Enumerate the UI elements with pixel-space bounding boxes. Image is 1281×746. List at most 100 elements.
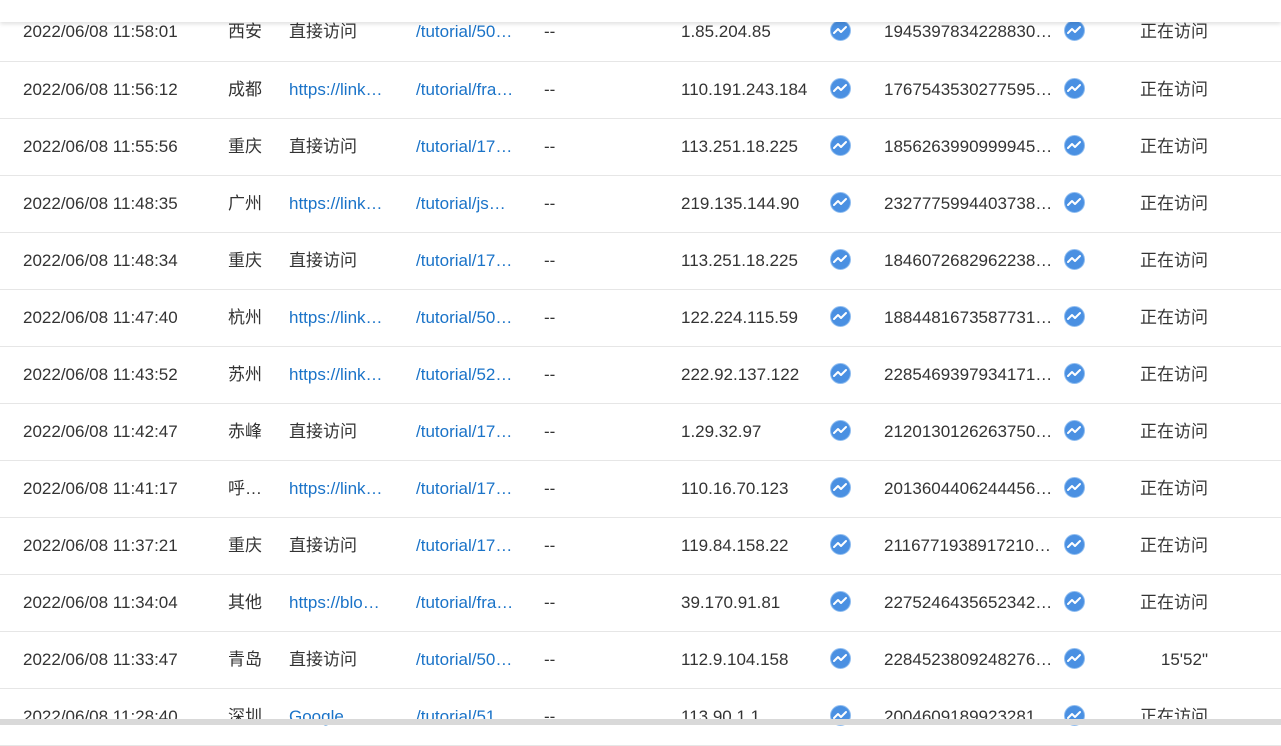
visitor-ip: 112.9.104.158	[681, 632, 821, 688]
visit-time: 2022/06/08 11:43:52	[23, 347, 213, 403]
visit-source-link[interactable]: https://blo…	[289, 575, 393, 631]
visitor-trend-icon[interactable]	[1064, 347, 1086, 403]
visit-status: 正在访问	[1100, 518, 1208, 574]
visit-time: 2022/06/08 11:34:04	[23, 575, 213, 631]
table-row: 2022/06/08 11:56:12 成都 https://link… /tu…	[0, 62, 1281, 119]
visitor-id: 1846072682962238…	[884, 233, 1062, 289]
visit-status: 正在访问	[1100, 404, 1208, 460]
visit-source-link[interactable]: https://link…	[289, 347, 393, 403]
visit-city: 赤峰	[228, 404, 266, 460]
ip-trend-icon[interactable]	[830, 347, 852, 403]
visitor-id: 1856263990999945…	[884, 119, 1062, 175]
visitor-trend-icon[interactable]	[1064, 689, 1086, 745]
visit-city: 呼…	[228, 461, 266, 517]
visit-page-link[interactable]: /tutorial/17…	[416, 119, 520, 175]
visitor-id: 2120130126263750…	[884, 404, 1062, 460]
visitor-ip: 119.84.158.22	[681, 518, 821, 574]
visit-page-link[interactable]: /tutorial/17…	[416, 518, 520, 574]
visitor-trend-icon[interactable]	[1064, 62, 1086, 118]
ip-trend-icon[interactable]	[830, 575, 852, 631]
visit-time: 2022/06/08 11:41:17	[23, 461, 213, 517]
visit-page-link[interactable]: /tutorial/50…	[416, 290, 520, 346]
visitor-trend-icon[interactable]	[1064, 518, 1086, 574]
visit-source-link[interactable]: https://link…	[289, 62, 393, 118]
visit-time: 2022/06/08 11:55:56	[23, 119, 213, 175]
table-row: 2022/06/08 11:37:21 重庆 直接访问 /tutorial/17…	[0, 518, 1281, 575]
visit-time: 2022/06/08 11:48:35	[23, 176, 213, 232]
ip-trend-icon[interactable]	[830, 632, 852, 688]
visit-source-link[interactable]: Google	[289, 689, 393, 745]
ip-trend-icon[interactable]	[830, 689, 852, 745]
visit-source-link[interactable]: https://link…	[289, 461, 393, 517]
search-keyword: --	[544, 461, 574, 517]
visit-source: 直接访问	[289, 632, 393, 688]
ip-trend-icon[interactable]	[830, 119, 852, 175]
visitor-ip: 110.191.243.184	[681, 62, 821, 118]
table-row: 2022/06/08 11:48:34 重庆 直接访问 /tutorial/17…	[0, 233, 1281, 290]
visit-source-link[interactable]: https://link…	[289, 290, 393, 346]
visitor-trend-icon[interactable]	[1064, 404, 1086, 460]
search-keyword: --	[544, 233, 574, 289]
visit-status: 正在访问	[1100, 62, 1208, 118]
visit-page-link[interactable]: /tutorial/fra…	[416, 575, 520, 631]
table-row: 2022/06/08 11:41:17 呼… https://link… /tu…	[0, 461, 1281, 518]
visit-status: 正在访问	[1100, 347, 1208, 403]
visitor-id: 2275246435652342…	[884, 575, 1062, 631]
visit-source-link[interactable]: https://link…	[289, 176, 393, 232]
visit-city: 广州	[228, 176, 266, 232]
horizontal-scrollbar[interactable]	[0, 719, 1281, 725]
table-row: 2022/06/08 11:55:56 重庆 直接访问 /tutorial/17…	[0, 119, 1281, 176]
visit-city: 重庆	[228, 518, 266, 574]
visit-time: 2022/06/08 11:48:34	[23, 233, 213, 289]
ip-trend-icon[interactable]	[830, 518, 852, 574]
visitor-trend-icon[interactable]	[1064, 176, 1086, 232]
ip-trend-icon[interactable]	[830, 176, 852, 232]
search-keyword: --	[544, 176, 574, 232]
visitor-id: 2116771938917210…	[884, 518, 1062, 574]
table-row: 2022/06/08 11:42:47 赤峰 直接访问 /tutorial/17…	[0, 404, 1281, 461]
visit-page-link[interactable]: /tutorial/17…	[416, 233, 520, 289]
visit-page-link[interactable]: /tutorial/js…	[416, 176, 520, 232]
visitor-trend-icon[interactable]	[1064, 119, 1086, 175]
search-keyword: --	[544, 404, 574, 460]
visit-page-link[interactable]: /tutorial/52…	[416, 347, 520, 403]
visitor-ip: 122.224.115.59	[681, 290, 821, 346]
search-keyword: --	[544, 575, 574, 631]
table-row: 2022/06/08 11:34:04 其他 https://blo… /tut…	[0, 575, 1281, 632]
visitor-trend-icon[interactable]	[1064, 290, 1086, 346]
visit-city: 其他	[228, 575, 266, 631]
visitor-ip: 1.29.32.97	[681, 404, 821, 460]
visitor-trend-icon[interactable]	[1064, 575, 1086, 631]
visitor-ip: 110.16.70.123	[681, 461, 821, 517]
visit-source: 直接访问	[289, 119, 393, 175]
visit-page-link[interactable]: /tutorial/50…	[416, 632, 520, 688]
visit-city: 青岛	[228, 632, 266, 688]
visit-source: 直接访问	[289, 404, 393, 460]
ip-trend-icon[interactable]	[830, 290, 852, 346]
ip-trend-icon[interactable]	[830, 461, 852, 517]
visit-status: 正在访问	[1100, 575, 1208, 631]
table-row: 2022/06/08 11:28:40 深圳 Google /tutorial/…	[0, 689, 1281, 746]
visit-page-link[interactable]: /tutorial/17…	[416, 461, 520, 517]
visitor-ip: 113.90.1.1	[681, 689, 821, 745]
visitor-trend-icon[interactable]	[1064, 233, 1086, 289]
ip-trend-icon[interactable]	[830, 233, 852, 289]
table-row: 2022/06/08 11:47:40 杭州 https://link… /tu…	[0, 290, 1281, 347]
visit-page-link[interactable]: /tutorial/fra…	[416, 62, 520, 118]
ip-trend-icon[interactable]	[830, 404, 852, 460]
visitor-trend-icon[interactable]	[1064, 632, 1086, 688]
search-keyword: --	[544, 290, 574, 346]
visit-page-link[interactable]: /tutorial/17…	[416, 404, 520, 460]
visit-status: 正在访问	[1100, 176, 1208, 232]
visitor-trend-icon[interactable]	[1064, 461, 1086, 517]
visitor-id: 2004609189923281…	[884, 689, 1062, 745]
visitor-id: 1767543530277595…	[884, 62, 1062, 118]
visit-city: 重庆	[228, 233, 266, 289]
visit-status: 正在访问	[1100, 233, 1208, 289]
visitor-log-table: 2022/06/08 11:58:01 西安 直接访问 /tutorial/50…	[0, 4, 1281, 746]
visitor-ip: 113.251.18.225	[681, 233, 821, 289]
table-row: 2022/06/08 11:48:35 广州 https://link… /tu…	[0, 176, 1281, 233]
ip-trend-icon[interactable]	[830, 62, 852, 118]
table-row: 2022/06/08 11:43:52 苏州 https://link… /tu…	[0, 347, 1281, 404]
visit-page-link[interactable]: /tutorial/51…	[416, 689, 520, 745]
